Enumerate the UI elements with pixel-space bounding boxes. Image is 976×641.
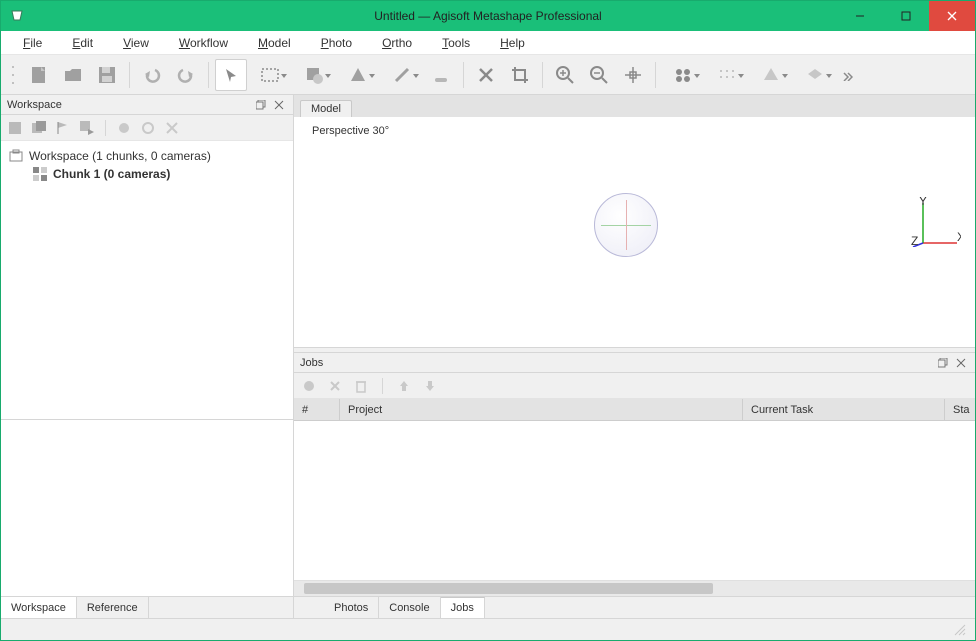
tab-console[interactable]: Console <box>379 597 440 618</box>
job-cancel-button[interactable] <box>326 377 344 395</box>
left-tabbar: Workspace Reference <box>1 596 293 618</box>
model-tabbar: Model <box>294 95 975 117</box>
point-cloud-button[interactable] <box>706 59 748 91</box>
menu-workflow[interactable]: Workflow <box>175 34 232 52</box>
rotate-region-button[interactable] <box>337 59 379 91</box>
zoom-out-button[interactable] <box>583 59 615 91</box>
workspace-toolbar <box>1 115 293 141</box>
workspace-float-button[interactable] <box>253 97 269 113</box>
move-region-button[interactable] <box>293 59 335 91</box>
jobs-title: Jobs <box>300 357 933 369</box>
draw-point-button[interactable] <box>425 59 457 91</box>
menu-file[interactable]: File <box>19 34 46 52</box>
tree-root[interactable]: Workspace (1 chunks, 0 cameras) <box>5 147 289 165</box>
job-delete-button[interactable] <box>352 377 370 395</box>
tree-chunk-1-label: Chunk 1 (0 cameras) <box>53 167 170 181</box>
jobs-col-status[interactable]: Sta <box>945 399 975 420</box>
main-toolbar <box>1 55 975 95</box>
menu-tools[interactable]: Tools <box>438 34 474 52</box>
workspace-close-button[interactable] <box>271 97 287 113</box>
jobs-col-num[interactable]: # <box>294 399 340 420</box>
tab-jobs[interactable]: Jobs <box>441 597 485 618</box>
statusbar <box>1 618 975 640</box>
open-project-button[interactable] <box>57 59 89 91</box>
crop-selection-button[interactable] <box>504 59 536 91</box>
svg-text:Z: Z <box>911 234 918 247</box>
job-move-down-button[interactable] <box>421 377 439 395</box>
texture-view-button[interactable] <box>794 59 836 91</box>
workspace-panel: Workspace Workspace (1 chunks, 0 cameras… <box>1 95 294 618</box>
rectangle-selection-button[interactable] <box>249 59 291 91</box>
ruler-button[interactable] <box>381 59 423 91</box>
jobs-table: # Project Current Task Sta <box>294 399 975 596</box>
tab-reference[interactable]: Reference <box>77 597 149 618</box>
jobs-toolbar <box>294 373 975 399</box>
save-project-button[interactable] <box>91 59 123 91</box>
toolbar-overflow-button[interactable] <box>838 59 856 91</box>
menu-edit[interactable]: Edit <box>68 34 97 52</box>
app-window: Untitled — Agisoft Metashape Professiona… <box>0 0 976 641</box>
resize-grip-icon[interactable] <box>953 623 967 637</box>
workspace-lower-pane <box>1 419 293 596</box>
enable-chunk-button[interactable] <box>114 118 134 138</box>
delete-selection-button[interactable] <box>470 59 502 91</box>
axis-gizmo: X Y Z <box>911 197 961 247</box>
menubar: File Edit View Workflow Model Photo Orth… <box>1 31 975 55</box>
workspace-title: Workspace <box>7 99 251 111</box>
right-tabbar: Photos Console Jobs <box>294 596 975 618</box>
add-marker-button[interactable] <box>53 118 73 138</box>
tab-model[interactable]: Model <box>300 100 352 117</box>
model-viewport[interactable]: Perspective 30° X Y Z <box>294 117 975 347</box>
job-move-up-button[interactable] <box>395 377 413 395</box>
tab-workspace[interactable]: Workspace <box>1 597 77 618</box>
new-project-button[interactable] <box>23 59 55 91</box>
undo-button[interactable] <box>136 59 168 91</box>
model-view-button[interactable] <box>750 59 792 91</box>
jobs-col-project[interactable]: Project <box>340 399 743 420</box>
show-cameras-button[interactable] <box>662 59 704 91</box>
workspace-header: Workspace <box>1 95 293 115</box>
remove-chunk-button[interactable] <box>162 118 182 138</box>
workspace-tree[interactable]: Workspace (1 chunks, 0 cameras) Chunk 1 … <box>1 141 293 419</box>
tree-root-label: Workspace (1 chunks, 0 cameras) <box>29 149 211 163</box>
menu-ortho[interactable]: Ortho <box>378 34 416 52</box>
menu-view[interactable]: View <box>119 34 153 52</box>
jobs-table-body[interactable] <box>294 421 975 580</box>
job-run-button[interactable] <box>300 377 318 395</box>
jobs-hscrollbar[interactable] <box>294 580 975 596</box>
chunk-icon <box>33 167 47 181</box>
toolbar-grip[interactable] <box>9 63 17 87</box>
add-chunk-button[interactable] <box>5 118 25 138</box>
add-scale-button[interactable] <box>77 118 97 138</box>
svg-text:Y: Y <box>919 197 927 208</box>
trackball-icon <box>594 193 658 257</box>
add-photos-button[interactable] <box>29 118 49 138</box>
jobs-close-button[interactable] <box>953 355 969 371</box>
perspective-label: Perspective 30° <box>312 125 389 137</box>
menu-photo[interactable]: Photo <box>317 34 356 52</box>
window-title: Untitled — Agisoft Metashape Professiona… <box>1 9 975 23</box>
disable-chunk-button[interactable] <box>138 118 158 138</box>
redo-button[interactable] <box>170 59 202 91</box>
menu-model[interactable]: Model <box>254 34 295 52</box>
jobs-header: Jobs <box>294 353 975 373</box>
svg-text:X: X <box>957 230 961 244</box>
jobs-table-header: # Project Current Task Sta <box>294 399 975 421</box>
jobs-float-button[interactable] <box>935 355 951 371</box>
jobs-col-current-task[interactable]: Current Task <box>743 399 945 420</box>
jobs-panel: Jobs # Project Current Task <box>294 353 975 596</box>
zoom-in-button[interactable] <box>549 59 581 91</box>
reset-view-button[interactable] <box>617 59 649 91</box>
workspace-icon <box>9 149 23 163</box>
tab-photos[interactable]: Photos <box>324 597 379 618</box>
navigation-button[interactable] <box>215 59 247 91</box>
right-column: Model Perspective 30° X Y Z Jobs <box>294 95 975 618</box>
menu-help[interactable]: Help <box>496 34 529 52</box>
tree-chunk-1[interactable]: Chunk 1 (0 cameras) <box>5 165 289 183</box>
titlebar: Untitled — Agisoft Metashape Professiona… <box>1 1 975 31</box>
